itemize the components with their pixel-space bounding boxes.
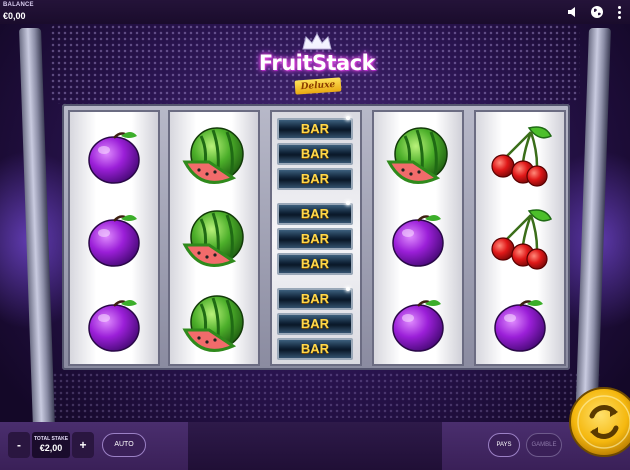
globe-icon[interactable]	[590, 5, 604, 19]
plum-icon	[79, 205, 149, 275]
autoplay-button[interactable]: AUTO	[102, 433, 146, 457]
bar-symbol: BAR	[277, 143, 353, 165]
menu-icon[interactable]	[612, 5, 626, 19]
spin-button[interactable]	[566, 384, 630, 460]
reel-3: BAR BAR BAR BAR BAR BAR BAR BAR BAR	[272, 112, 360, 364]
watermelon-icon	[179, 122, 249, 192]
reel-2	[170, 112, 258, 364]
total-stake-label: TOTAL STAKE	[33, 436, 69, 442]
bar-symbol: BAR	[277, 338, 353, 360]
watermelon-icon	[179, 205, 249, 275]
balance-value: €0,00	[3, 11, 26, 21]
bar-symbol: BAR	[277, 288, 353, 310]
sparkle	[346, 116, 350, 120]
bar-stack: BAR BAR BAR	[275, 286, 357, 364]
plum-icon	[79, 122, 149, 192]
bar-symbol: BAR	[277, 168, 353, 190]
logo-subtitle: Deluxe	[294, 77, 342, 95]
paytable-button[interactable]: PAYS	[488, 433, 520, 457]
total-stake-display: TOTAL STAKE €2,00	[32, 432, 70, 458]
spin-icon	[569, 387, 630, 457]
plum-icon	[383, 205, 453, 275]
cherries-icon	[485, 122, 555, 192]
plum-icon	[383, 290, 453, 360]
reel-1	[70, 112, 158, 364]
bar-symbol: BAR	[277, 253, 353, 275]
logo-title: FruitStack	[258, 51, 376, 75]
increase-stake-button[interactable]: +	[72, 432, 94, 458]
crown-icon	[302, 32, 332, 50]
reel-4	[374, 112, 462, 364]
watermelon-icon	[179, 290, 249, 360]
speaker-icon[interactable]	[566, 5, 580, 19]
sparkle	[346, 287, 350, 291]
sparkle	[346, 201, 350, 205]
gamble-button[interactable]: GAMBLE	[526, 433, 562, 457]
plum-icon	[485, 290, 555, 360]
game-logo: FruitStack Deluxe	[258, 32, 376, 102]
bar-stack: BAR BAR BAR	[275, 116, 357, 194]
reel-5	[476, 112, 564, 364]
balance-label: BALANCE	[3, 2, 34, 8]
bar-symbol: BAR	[277, 118, 353, 140]
bar-symbol: BAR	[277, 228, 353, 250]
decrease-stake-button[interactable]: -	[8, 432, 30, 458]
bar-symbol: BAR	[277, 203, 353, 225]
bar-symbol: BAR	[277, 313, 353, 335]
watermelon-icon	[383, 122, 453, 192]
bar-stack: BAR BAR BAR	[275, 201, 357, 279]
cherries-icon	[485, 205, 555, 275]
total-stake-value: €2,00	[39, 443, 63, 453]
plum-icon	[79, 290, 149, 360]
top-bar	[0, 0, 630, 24]
dotted-panel-bottom	[40, 372, 600, 418]
